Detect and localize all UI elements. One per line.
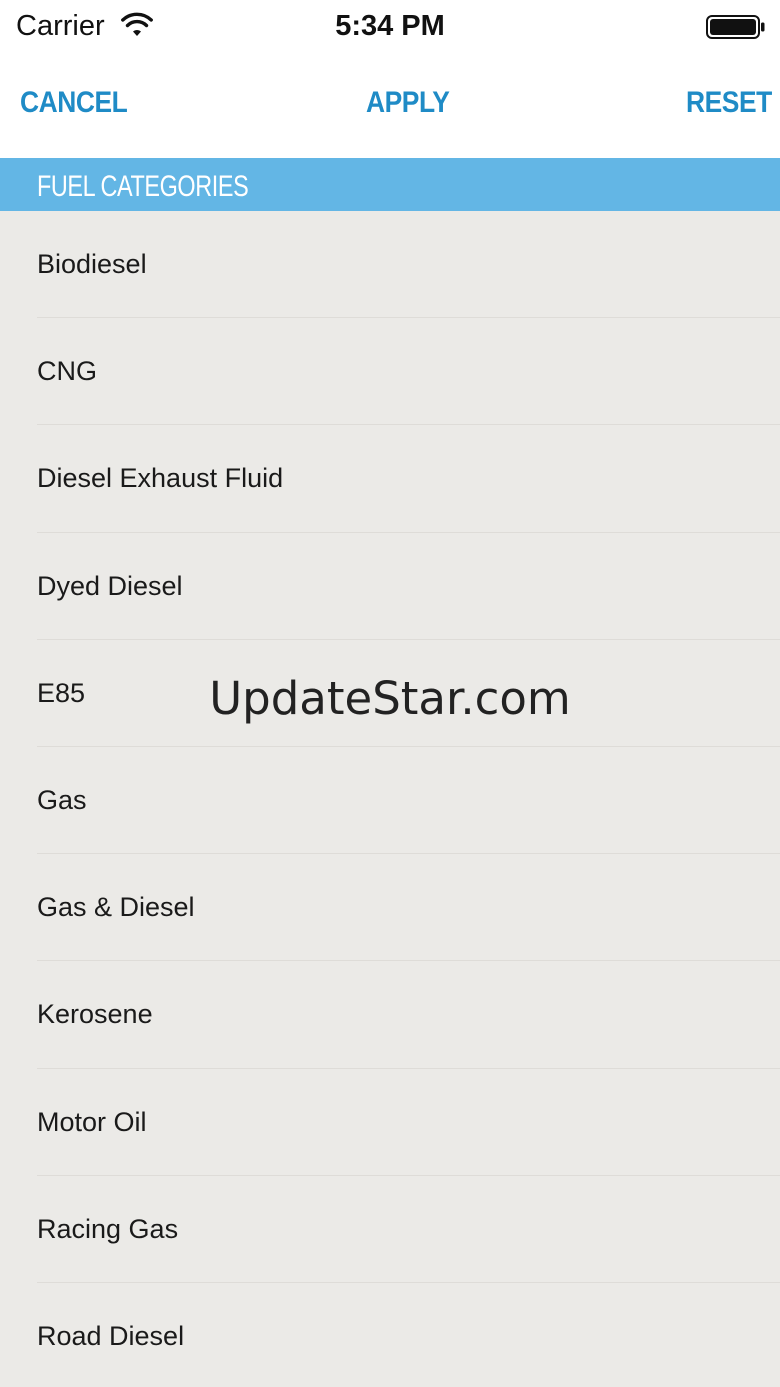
reset-button[interactable]: RESET (686, 86, 772, 120)
fuel-category-list: Biodiesel CNG Diesel Exhaust Fluid Dyed … (0, 211, 780, 1387)
section-title: FUEL CATEGORIES (37, 170, 249, 203)
list-item[interactable]: CNG (0, 318, 780, 426)
list-item-label: Motor Oil (37, 1106, 147, 1137)
nav-bar: CANCEL APPLY RESET (0, 54, 780, 158)
battery-icon (706, 15, 765, 39)
list-item[interactable]: Dyed Diesel (0, 533, 780, 640)
list-item-label: Biodiesel (37, 249, 147, 279)
list-item[interactable]: Racing Gas (0, 1176, 780, 1283)
list-item[interactable]: Motor Oil (0, 1069, 780, 1176)
list-item[interactable]: Road Diesel (0, 1283, 780, 1387)
list-item[interactable]: Kerosene (0, 961, 780, 1069)
list-item[interactable]: E85 (0, 640, 780, 747)
status-bar: Carrier 5:34 PM (0, 0, 780, 54)
list-item-label: Gas (37, 784, 87, 815)
list-item-label: Dyed Diesel (37, 570, 183, 601)
cancel-button[interactable]: CANCEL (20, 86, 128, 120)
list-item-label: Kerosene (37, 999, 153, 1030)
list-item-label: Gas & Diesel (37, 892, 195, 923)
list-item-label: Racing Gas (37, 1213, 179, 1244)
list-item-label: Road Diesel (37, 1320, 185, 1351)
list-item[interactable]: Gas & Diesel (0, 854, 780, 962)
section-header: FUEL CATEGORIES (0, 158, 780, 211)
apply-button[interactable]: APPLY (366, 86, 450, 120)
clock: 5:34 PM (335, 10, 445, 42)
list-item[interactable]: Diesel Exhaust Fluid (0, 425, 780, 533)
list-item-label: E85 (37, 677, 86, 708)
list-item[interactable]: Biodiesel (0, 211, 780, 319)
list-item[interactable]: Gas (0, 747, 780, 855)
screen: Carrier 5:34 PM CANCEL APPLY RESET FUEL … (0, 0, 780, 1387)
list-item-label: CNG (37, 356, 97, 387)
list-item-label: Diesel Exhaust Fluid (37, 463, 284, 494)
